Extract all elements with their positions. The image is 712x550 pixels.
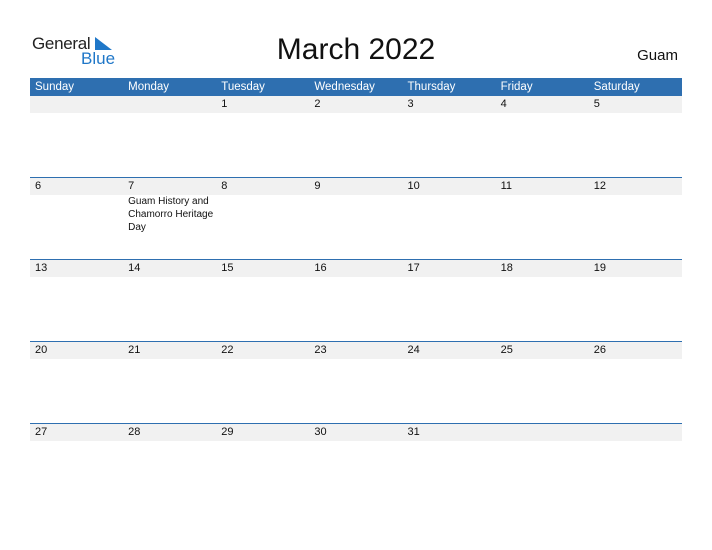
day-number: 13 (35, 262, 48, 274)
calendar-grid: Sunday Monday Tuesday Wednesday Thursday… (30, 78, 682, 505)
day-number (123, 96, 216, 113)
day-number: 30 (314, 426, 327, 438)
day-number: 29 (221, 426, 234, 438)
weekday-friday: Friday (500, 81, 533, 93)
day-number (30, 96, 123, 113)
day-number: 25 (500, 344, 513, 356)
region-label: Guam (637, 47, 678, 64)
week-row: 27 28 29 30 31 (30, 423, 682, 505)
day-number: 18 (500, 262, 513, 274)
day-number: 21 (128, 344, 141, 356)
day-number: 7 (128, 180, 135, 192)
day-number (496, 424, 589, 441)
day-number: 9 (314, 180, 321, 192)
holiday-event: Guam History and Chamorro Heritage Day (128, 196, 214, 233)
date-band: 6 7 8 9 10 11 12 (30, 178, 682, 195)
calendar-title: March 2022 (276, 33, 436, 66)
day-number: 24 (407, 344, 420, 356)
date-band: 1 2 3 4 5 (30, 96, 682, 113)
weekday-saturday: Saturday (593, 81, 640, 93)
weekday-thursday: Thursday (407, 81, 456, 93)
day-number (589, 424, 682, 441)
day-number: 12 (593, 180, 606, 192)
week-row: 13 14 15 16 17 18 19 (30, 259, 682, 341)
day-number: 5 (593, 98, 600, 110)
weekday-header: Sunday Monday Tuesday Wednesday Thursday… (30, 78, 682, 96)
week-row: 6 7 8 9 10 11 12 Guam History and Chamorro Heri… (30, 177, 682, 259)
day-number: 31 (407, 426, 420, 438)
day-number: 8 (221, 180, 228, 192)
day-number: 17 (407, 262, 420, 274)
week-row: 20 21 22 23 24 25 26 (30, 341, 682, 423)
day-number: 26 (593, 344, 606, 356)
day-number: 3 (407, 98, 414, 110)
day-number: 15 (221, 262, 234, 274)
day-number: 19 (593, 262, 606, 274)
day-number: 22 (221, 344, 234, 356)
date-band: 13 14 15 16 17 18 19 (30, 260, 682, 277)
week-row: 1 2 3 4 5 (30, 96, 682, 177)
day-number: 6 (35, 180, 42, 192)
day-number: 4 (500, 98, 507, 110)
weekday-monday: Monday (128, 81, 170, 93)
date-band: 20 21 22 23 24 25 26 (30, 342, 682, 359)
weekday-wednesday: Wednesday (314, 81, 375, 93)
day-number: 2 (314, 98, 321, 110)
day-number: 16 (314, 262, 327, 274)
weekday-tuesday: Tuesday (221, 81, 265, 93)
date-band: 27 28 29 30 31 (30, 424, 682, 441)
day-number: 10 (407, 180, 420, 192)
weekday-sunday: Sunday (35, 81, 75, 93)
day-number: 1 (221, 98, 228, 110)
day-number: 11 (500, 180, 513, 192)
day-number: 27 (35, 426, 48, 438)
day-number: 14 (128, 262, 141, 274)
day-number: 23 (314, 344, 327, 356)
day-number: 28 (128, 426, 141, 438)
day-number: 20 (35, 344, 48, 356)
